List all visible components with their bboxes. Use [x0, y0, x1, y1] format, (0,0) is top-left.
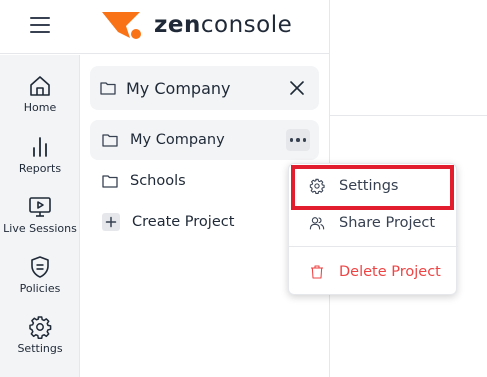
monitor-play-icon [29, 197, 51, 217]
top-bar: zenconsole [0, 0, 330, 54]
users-icon [309, 217, 325, 230]
shield-icon [31, 256, 49, 278]
sidebar-item-label: Policies [19, 282, 61, 295]
tree-item-schools[interactable]: Schools [90, 161, 319, 201]
bar-chart-icon [33, 137, 47, 157]
folder-icon [102, 175, 118, 188]
sidebar-item-label: Settings [17, 342, 63, 355]
dot-icon [296, 138, 300, 142]
dot-icon [289, 138, 294, 142]
right-panel-divider [330, 115, 487, 116]
hamburger-menu-icon[interactable] [30, 17, 50, 33]
sidebar-item-label: Home [23, 101, 57, 114]
home-icon [30, 76, 50, 96]
menu-item-delete-project[interactable]: Delete Project [289, 253, 458, 291]
folder-icon [100, 82, 116, 95]
close-icon[interactable] [287, 78, 307, 98]
brand-logo[interactable]: zenconsole [100, 10, 292, 40]
sidebar-item-live-sessions[interactable]: Live Sessions [0, 195, 80, 253]
folder-icon [102, 134, 118, 147]
plus-icon [102, 213, 120, 231]
sidebar-item-label: Live Sessions [3, 222, 77, 235]
dot-icon [302, 138, 307, 142]
sidebar-item-home[interactable]: Home [0, 74, 80, 132]
create-project-button[interactable]: Create Project [90, 202, 319, 242]
sidebar-item-reports[interactable]: Reports [0, 135, 80, 193]
menu-divider [289, 246, 458, 247]
brand-wordmark: zenconsole [154, 12, 293, 38]
menu-item-label: Settings [339, 178, 399, 194]
tree-item-label: Create Project [132, 214, 235, 230]
gear-icon [309, 178, 325, 194]
project-context-menu: Settings Share Project Delete Project [288, 163, 458, 295]
gear-icon [29, 316, 52, 339]
sidebar-item-settings[interactable]: Settings [0, 315, 80, 373]
sidebar-item-label: Reports [18, 162, 62, 175]
zenconsole-logo-mark [102, 12, 141, 39]
tree-item-my-company[interactable]: My Company [90, 120, 319, 160]
menu-item-label: Share Project [339, 215, 436, 231]
trash-icon [311, 265, 323, 279]
menu-item-settings[interactable]: Settings [289, 167, 458, 205]
tree-item-label: My Company [130, 132, 225, 148]
menu-item-share-project[interactable]: Share Project [289, 204, 458, 242]
more-options-button[interactable] [286, 129, 310, 151]
tree-item-label: Schools [130, 173, 186, 189]
project-panel-header: My Company [90, 66, 319, 110]
menu-item-label: Delete Project [339, 264, 441, 280]
sidebar-rail: Home Reports Live Sessions Policies Sett… [0, 55, 80, 377]
sidebar-item-policies[interactable]: Policies [0, 255, 80, 313]
panel-title: My Company [126, 78, 231, 98]
app-root: zenconsole Home Reports Live Sessions Po… [0, 0, 487, 377]
